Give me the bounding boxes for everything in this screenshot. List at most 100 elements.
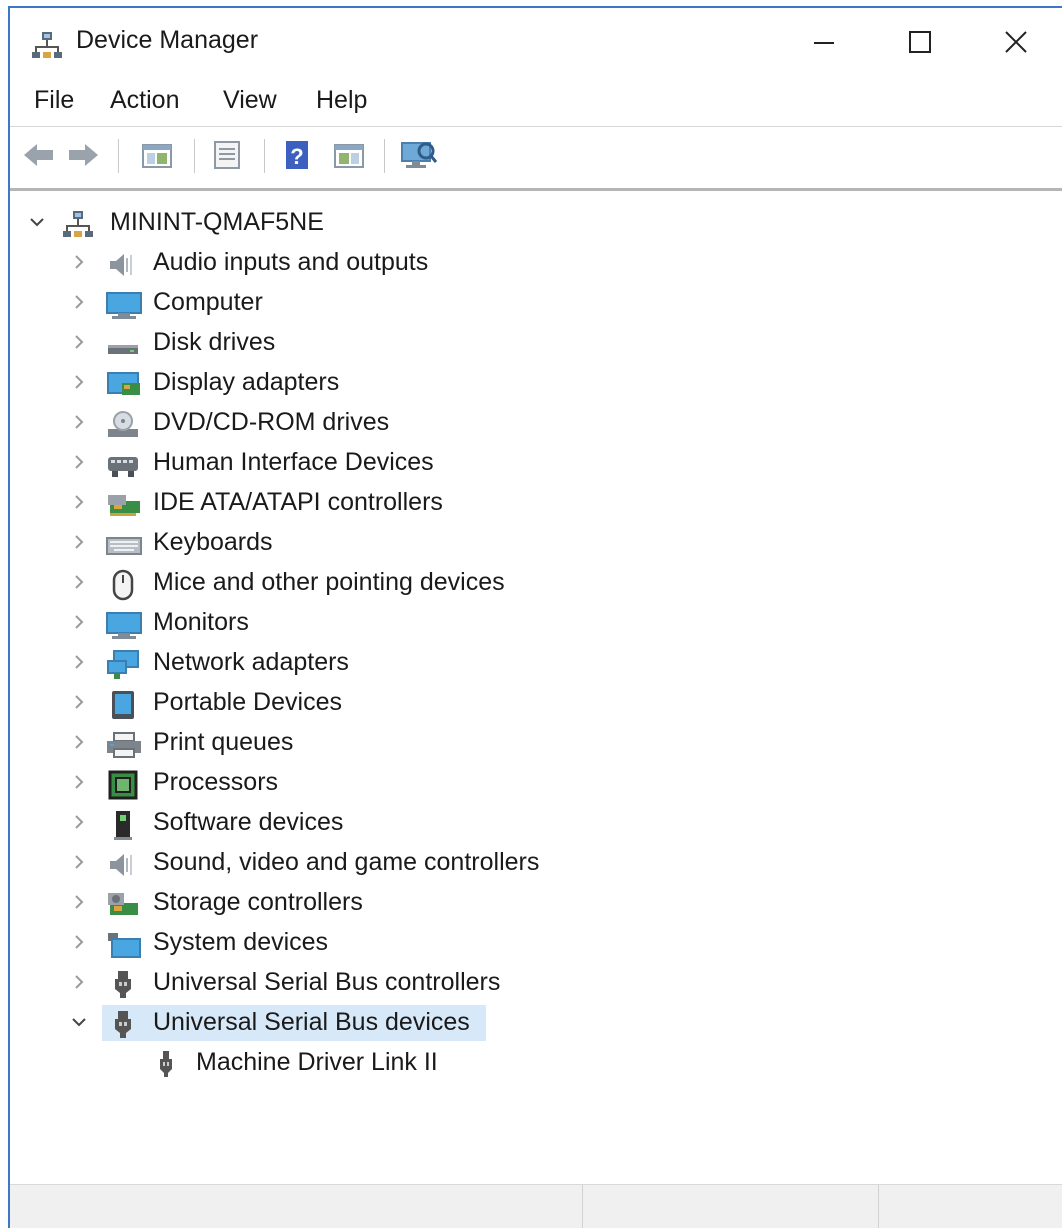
back-button[interactable] — [22, 139, 56, 171]
chevron-right-icon[interactable] — [70, 813, 88, 831]
usb-icon — [115, 1011, 131, 1038]
chevron-right-icon[interactable] — [70, 973, 88, 991]
toolbar-separator — [194, 139, 195, 173]
minimize-icon — [814, 42, 834, 44]
toolbar: ? — [10, 126, 1062, 183]
toolbar-separator — [264, 139, 265, 173]
tree-category-node[interactable]: Monitors — [10, 605, 610, 641]
tree-category-node[interactable]: IDE ATA/ATAPI controllers — [10, 485, 610, 521]
chevron-right-icon[interactable] — [70, 293, 88, 311]
tree-category-label: Universal Serial Bus devices — [153, 1008, 470, 1036]
tree-category-node[interactable]: Mice and other pointing devices — [10, 565, 610, 601]
chevron-right-icon[interactable] — [70, 893, 88, 911]
tree-category-node[interactable]: DVD/CD-ROM drives — [10, 405, 610, 441]
show-hide-console-tree-icon — [142, 144, 172, 168]
close-button[interactable] — [968, 12, 1062, 72]
tree-category-label: System devices — [153, 928, 329, 956]
minimize-button[interactable] — [776, 12, 872, 72]
toolbar-separator — [384, 139, 385, 173]
tree-category-label: Storage controllers — [153, 888, 363, 916]
title-bar[interactable]: Device Manager — [10, 8, 1062, 72]
tree-category-node[interactable]: Storage controllers — [10, 885, 610, 921]
tree-category-node[interactable]: Processors — [10, 765, 610, 801]
maximize-button[interactable] — [872, 12, 968, 72]
tree-category-node[interactable]: System devices — [10, 925, 610, 961]
help-icon: ? — [286, 141, 308, 169]
tree-category-node[interactable]: Human Interface Devices — [10, 445, 610, 481]
tree-category-label: Network adapters — [153, 648, 349, 676]
chevron-right-icon[interactable] — [70, 333, 88, 351]
tree-category-node[interactable]: Universal Serial Bus devices — [10, 1005, 610, 1041]
tree-category-label: Print queues — [153, 728, 294, 756]
computer-network-icon — [63, 211, 93, 237]
chevron-down-icon[interactable] — [28, 213, 46, 231]
tree-category-node[interactable]: Print queues — [10, 725, 610, 761]
tree-category-node[interactable]: Computer — [10, 285, 610, 321]
hid-icon — [108, 457, 138, 477]
forward-button[interactable] — [66, 139, 100, 171]
chevron-right-icon[interactable] — [70, 773, 88, 791]
tree-category-node[interactable]: Network adapters — [10, 645, 610, 681]
chevron-down-icon[interactable] — [70, 1013, 88, 1031]
portable-device-icon — [112, 691, 134, 719]
tree-category-node[interactable]: Keyboards — [10, 525, 610, 561]
help-button[interactable]: ? — [280, 139, 314, 171]
tree-category-label: Processors — [153, 768, 279, 796]
sound-controller-icon — [110, 854, 132, 876]
tree-category-node[interactable]: Sound, video and game controllers — [10, 845, 610, 881]
chevron-right-icon[interactable] — [70, 413, 88, 431]
properties-button[interactable] — [210, 139, 244, 171]
status-bar — [10, 1184, 1062, 1228]
tree-category-label: Display adapters — [153, 368, 340, 396]
properties-icon — [214, 141, 240, 169]
chevron-right-icon[interactable] — [70, 253, 88, 271]
tree-category-label: Mice and other pointing devices — [153, 568, 505, 596]
chevron-right-icon[interactable] — [70, 573, 88, 591]
menu-help[interactable]: Help — [314, 84, 369, 117]
show-hide-tree-button[interactable] — [140, 139, 174, 171]
menu-file[interactable]: File — [32, 84, 76, 117]
chevron-right-icon[interactable] — [70, 493, 88, 511]
action-pane-button[interactable] — [332, 139, 366, 171]
chevron-right-icon[interactable] — [70, 453, 88, 471]
menu-view[interactable]: View — [221, 84, 279, 117]
tree-root-node[interactable]: MININT-QMAF5NE — [10, 205, 530, 241]
tree-child-node[interactable]: Machine Driver Link II — [10, 1045, 530, 1081]
chevron-right-icon[interactable] — [70, 653, 88, 671]
forward-arrow-icon — [69, 144, 98, 166]
keyboard-icon — [106, 537, 142, 555]
chevron-right-icon[interactable] — [70, 733, 88, 751]
tree-category-node[interactable]: Display adapters — [10, 365, 610, 401]
chevron-right-icon[interactable] — [70, 613, 88, 631]
tree-category-node[interactable]: Disk drives — [10, 325, 610, 361]
usb-icon — [115, 971, 131, 998]
tree-category-label: Computer — [153, 288, 263, 316]
tree-category-label: IDE ATA/ATAPI controllers — [153, 488, 443, 516]
tree-category-label: Software devices — [153, 808, 344, 836]
tree-category-node[interactable]: Portable Devices — [10, 685, 610, 721]
usb-icon — [160, 1051, 172, 1077]
software-device-icon — [114, 811, 132, 840]
chevron-right-icon[interactable] — [70, 533, 88, 551]
tree-category-node[interactable]: Software devices — [10, 805, 610, 841]
system-devices-icon — [108, 933, 141, 958]
action-pane-icon — [334, 144, 364, 168]
tree-category-node[interactable]: Audio inputs and outputs — [10, 245, 610, 281]
maximize-icon — [909, 31, 931, 53]
close-icon — [1005, 31, 1027, 53]
device-manager-window: Device Manager File Action View Help ? M… — [8, 6, 1062, 1228]
display-adapter-icon — [107, 372, 140, 395]
toolbar-separator — [118, 139, 119, 173]
chevron-right-icon[interactable] — [70, 933, 88, 951]
processor-icon — [108, 770, 138, 800]
chevron-right-icon[interactable] — [70, 693, 88, 711]
device-tree: MININT-QMAF5NE Audio inputs and outputs C… — [10, 188, 1062, 1191]
status-pane-divider — [878, 1185, 879, 1228]
ide-controller-icon — [108, 495, 140, 516]
chevron-right-icon[interactable] — [70, 373, 88, 391]
chevron-right-icon[interactable] — [70, 853, 88, 871]
tree-child-label: Machine Driver Link II — [196, 1048, 438, 1076]
scan-hardware-button[interactable] — [400, 139, 438, 171]
menu-action[interactable]: Action — [108, 84, 181, 117]
tree-category-node[interactable]: Universal Serial Bus controllers — [10, 965, 610, 1001]
